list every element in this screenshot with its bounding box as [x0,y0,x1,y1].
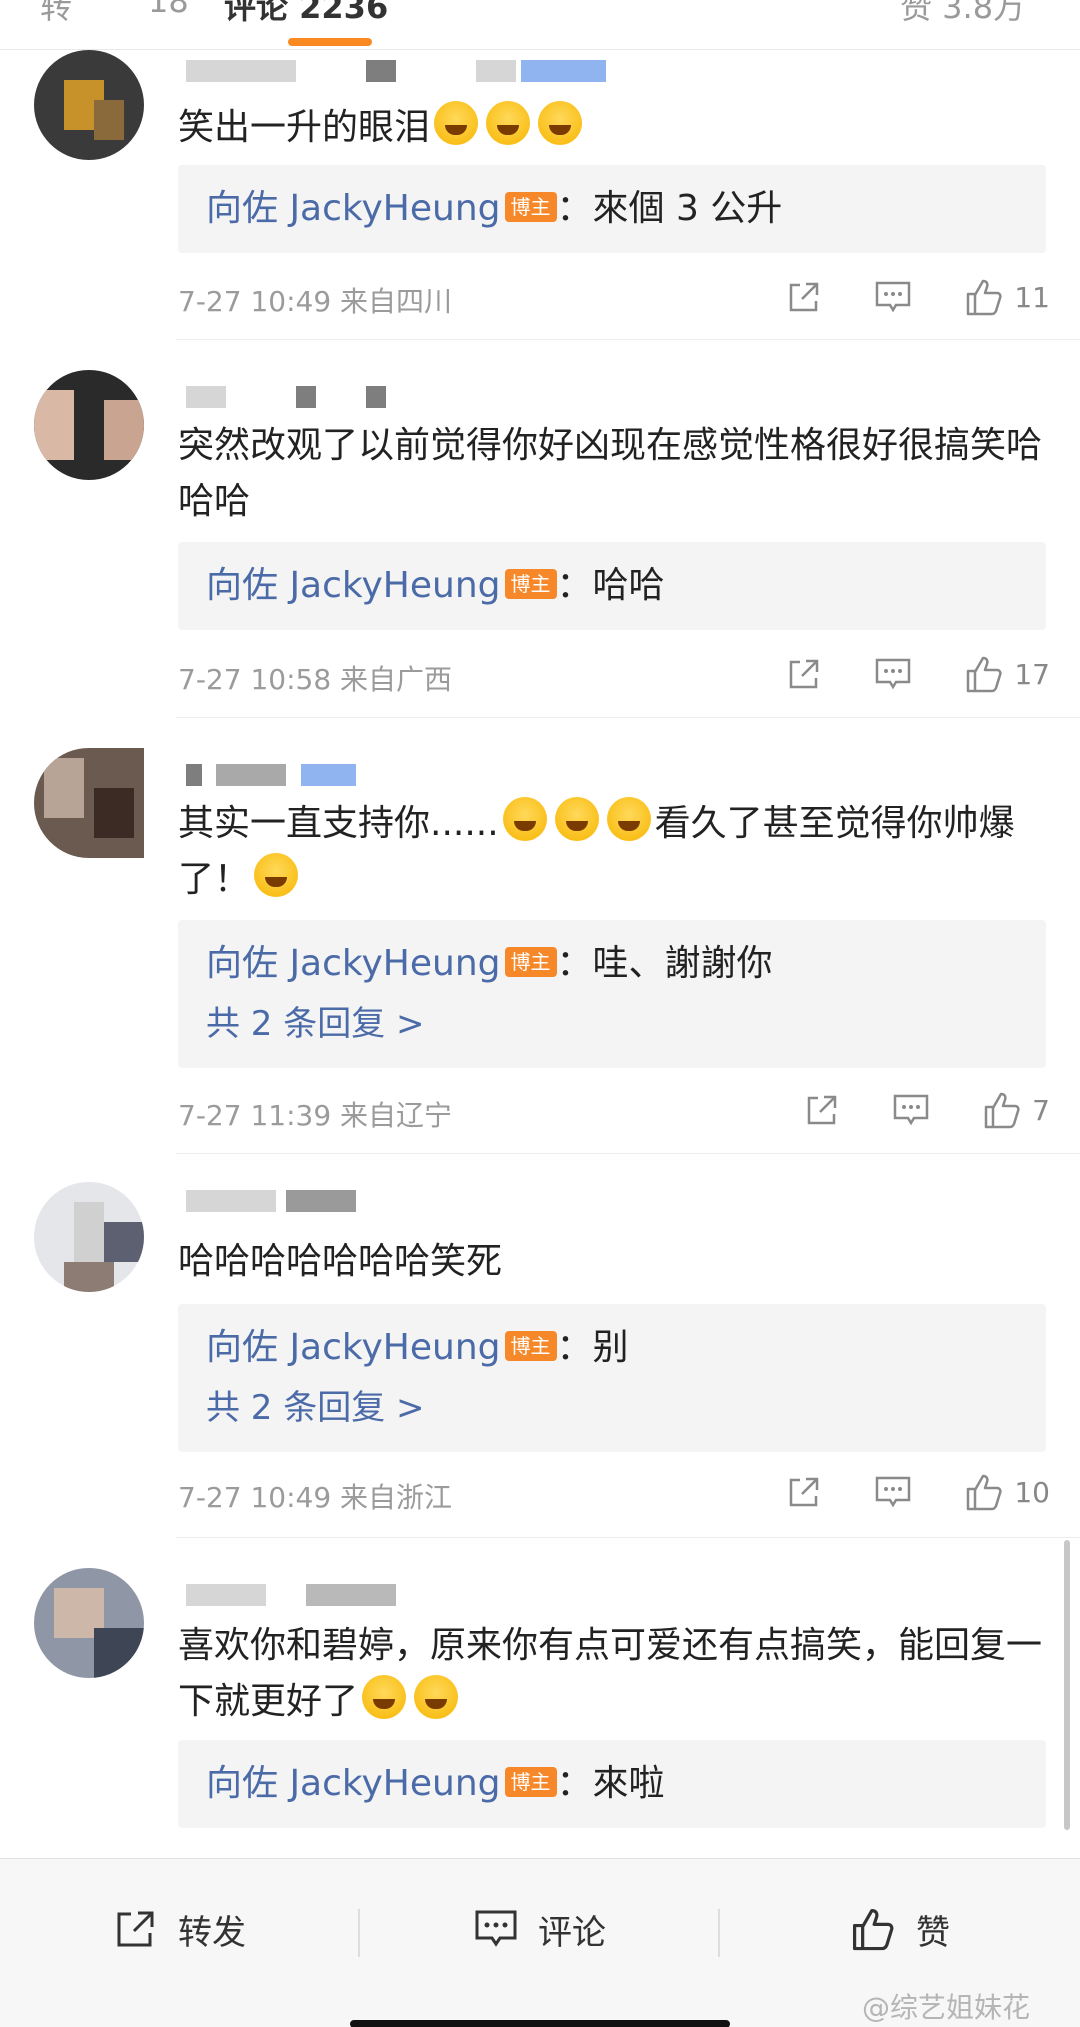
comment-actions: 10 [734,1470,1050,1514]
tab-comments[interactable]: 评论 2236 [224,0,388,28]
thinking-emoji [502,797,547,841]
grinning-emoji [254,853,299,897]
reply-author[interactable]: 向佐 JackyHeung [206,1327,501,1368]
like-label: 赞 [916,1912,950,1953]
comment-text: 喜欢你和碧婷，原来你有点可爱还有点搞笑，能回复一下就更好了 [178,1625,1043,1722]
repost-label: 转发 [178,1912,246,1953]
comment-text: 笑出一升的眼泪 [178,100,1048,156]
comment-icon[interactable] [874,279,912,315]
comment-label: 评论 [538,1912,606,1953]
reply-author[interactable]: 向佐 JackyHeung [206,565,501,606]
active-tab-indicator [288,38,372,46]
repost-button[interactable]: 转发 [114,1899,246,1959]
author-reply-box[interactable]: 向佐 JackyHeung 博主 ：哇、謝謝你 共 2 条回复 > [178,920,1046,1068]
reply-text: ：别 [556,1327,629,1368]
comment-button[interactable]: 评论 [474,1899,606,1959]
share-icon[interactable] [786,656,822,692]
like-count: 7 [1032,1093,1050,1127]
avatar[interactable] [34,748,144,858]
tab-likes[interactable]: 赞 3.8万 [900,0,1025,28]
comment-text: 突然改观了以前觉得你好凶现在感觉性格很好很搞笑哈哈哈 [178,425,1043,522]
comment-actions: 17 [734,652,1050,696]
reply-author[interactable]: 向佐 JackyHeung [206,1763,501,1804]
comment-item: 笑出一升的眼泪 向佐 JackyHeung 博主 ：來個 3 公升 7-27 10:… [0,50,1080,340]
username-blurred[interactable] [176,1578,616,1614]
hugging-emoji [414,1675,459,1719]
reply-text: ：哈哈 [556,565,665,606]
more-replies-link[interactable]: 共 2 条回复 > [206,1383,1018,1433]
share-icon [117,1911,154,1947]
comment-meta: 7-27 10:58 来自广西 [178,663,453,696]
like-button[interactable]: 赞 [850,1899,950,1959]
author-reply-box[interactable]: 向佐 JackyHeung 博主 ：哈哈 [178,542,1046,630]
watermark: @综艺姐妹花 [862,1991,1031,2024]
like-button[interactable]: 17 [964,654,1050,694]
thumbs-up-icon [967,656,1002,693]
comment-icon[interactable] [874,656,912,692]
avatar[interactable] [34,50,144,160]
comment-item: 哈哈哈哈哈哈哈笑死 向佐 JackyHeung 博主 ：别 共 2 条回复 > 7-… [0,1154,1080,1538]
blogger-badge: 博主 [504,1767,557,1797]
comment-text: 其实一直支持你...... 看久了甚至觉得你帅爆了！ [178,796,1048,908]
comment-meta: 7-27 10:49 来自四川 [178,285,453,318]
thumbs-up-icon [967,1474,1002,1511]
laughing-tears-emoji [434,101,479,145]
reply-author[interactable]: 向佐 JackyHeung [206,188,501,229]
blogger-badge: 博主 [504,192,557,222]
comment-tab-bar: 转 18 评论 2236 赞 3.8万 [0,0,1080,50]
username-blurred[interactable] [176,1184,616,1220]
like-count: 11 [1014,280,1050,314]
thumbs-up-icon [984,1092,1020,1129]
share-icon[interactable] [786,279,822,315]
comment-actions: 11 [734,275,1050,319]
comment-meta: 7-27 10:49 来自浙江 [178,1481,453,1514]
comment-actions: 7 [752,1088,1050,1132]
avatar[interactable] [34,1568,144,1678]
hugging-emoji [362,1675,407,1719]
laughing-tears-emoji [486,101,531,145]
avatar[interactable] [34,370,144,480]
reply-text: ：哇、謝謝你 [556,943,773,984]
tab-repost[interactable]: 转 [40,0,72,28]
like-count: 10 [1014,1475,1050,1509]
comment-icon [475,1910,517,1947]
thinking-emoji [606,797,651,841]
scrollbar[interactable] [1064,1540,1070,1830]
comment-item: 喜欢你和碧婷，原来你有点可爱还有点搞笑，能回复一下就更好了 向佐 JackyHe… [0,1538,1080,1858]
more-replies-link[interactable]: 共 2 条回复 > [206,999,1018,1049]
thumbs-up-icon [852,1908,894,1951]
share-icon[interactable] [804,1092,840,1128]
reply-author[interactable]: 向佐 JackyHeung [206,943,501,984]
username-blurred[interactable] [176,54,616,90]
comment-icon[interactable] [874,1474,912,1510]
thumbs-up-icon [967,279,1002,316]
like-button[interactable]: 11 [964,277,1050,317]
reply-text: ：來個 3 公升 [556,188,783,229]
comment-item: 突然改观了以前觉得你好凶现在感觉性格很好很搞笑哈哈哈 向佐 JackyHeung… [0,340,1080,718]
blogger-badge: 博主 [504,569,557,599]
share-icon[interactable] [786,1474,822,1510]
comment-icon[interactable] [892,1092,930,1128]
home-indicator[interactable] [350,2020,730,2027]
blogger-badge: 博主 [504,1331,557,1361]
like-button[interactable]: 10 [964,1472,1050,1512]
tab-repost-count[interactable]: 18 [148,0,189,20]
comment-text: 哈哈哈哈哈哈哈笑死 [178,1241,503,1282]
blogger-badge: 博主 [504,947,557,977]
comment-meta: 7-27 11:39 来自辽宁 [178,1099,453,1132]
author-reply-box[interactable]: 向佐 JackyHeung 博主 ：來個 3 公升 [178,165,1046,253]
author-reply-box[interactable]: 向佐 JackyHeung 博主 ：來啦 [178,1740,1046,1828]
reply-text: ：來啦 [556,1763,665,1804]
username-blurred[interactable] [176,380,616,416]
divider [358,1909,360,1957]
thinking-emoji [554,797,599,841]
username-blurred[interactable] [176,758,616,794]
divider [718,1909,720,1957]
laughing-tears-emoji [538,101,583,145]
like-button[interactable]: 7 [982,1090,1050,1130]
comment-item: 其实一直支持你...... 看久了甚至觉得你帅爆了！ 向佐 JackyHeung 博… [0,718,1080,1154]
avatar[interactable] [34,1182,144,1292]
like-count: 17 [1014,657,1050,691]
author-reply-box[interactable]: 向佐 JackyHeung 博主 ：别 共 2 条回复 > [178,1304,1046,1452]
